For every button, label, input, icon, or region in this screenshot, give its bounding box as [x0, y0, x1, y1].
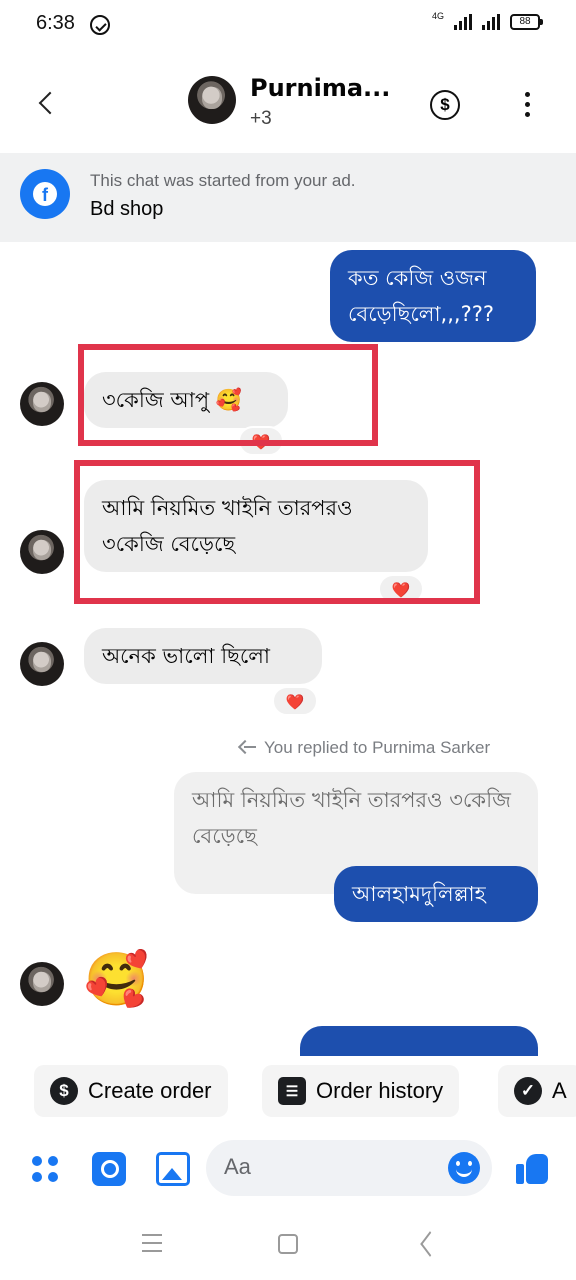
facebook-icon: f — [20, 169, 70, 219]
camera-icon[interactable] — [92, 1152, 126, 1186]
reply-context: You replied to Purnima Sarker — [240, 738, 490, 758]
message-bubble-outgoing[interactable]: আলহামদুলিল্লাহ — [334, 866, 538, 922]
order-history-label: Order history — [316, 1078, 444, 1103]
chat-header: Purnima... +3 $ — [0, 60, 576, 150]
participant-count: +3 — [250, 108, 272, 129]
more-action-button[interactable]: ✓ A — [498, 1065, 576, 1117]
message-composer: Aa — [0, 1134, 576, 1202]
more-options-icon[interactable] — [516, 90, 540, 120]
message-input[interactable]: Aa — [206, 1140, 492, 1196]
create-order-button[interactable]: $ Create order — [34, 1065, 228, 1117]
more-action-label: A — [552, 1078, 567, 1103]
apps-grid-icon[interactable] — [30, 1152, 64, 1186]
message-placeholder: Aa — [224, 1154, 251, 1179]
dollar-icon[interactable]: $ — [430, 90, 460, 120]
highlight-box — [78, 344, 378, 446]
sync-icon — [90, 15, 110, 35]
battery-icon: 88 — [510, 14, 543, 30]
gallery-icon[interactable] — [156, 1152, 190, 1186]
highlight-box — [74, 460, 480, 604]
signal-icon — [454, 14, 472, 30]
status-indicators: 4G 88 — [431, 11, 543, 30]
reply-arrow-icon — [240, 739, 258, 753]
dollar-icon: $ — [50, 1077, 78, 1105]
thumbs-up-icon[interactable] — [516, 1150, 550, 1186]
status-bar: 6:38 4G 88 — [0, 0, 576, 52]
message-bubble-incoming[interactable]: অনেক ভালো ছিলো — [84, 628, 322, 684]
emoji-icon[interactable] — [448, 1152, 480, 1184]
nav-back-icon[interactable] — [418, 1234, 438, 1254]
recent-apps-icon[interactable] — [142, 1234, 162, 1252]
ad-origin-text: This chat was started from your ad. — [90, 171, 356, 190]
signal-icon-2 — [482, 14, 500, 30]
message-bubble-outgoing-partial[interactable] — [300, 1026, 538, 1056]
back-arrow-icon[interactable] — [30, 86, 64, 120]
sender-avatar[interactable] — [20, 382, 64, 426]
emoji-message[interactable]: 🥰 — [84, 950, 149, 1010]
home-icon[interactable] — [278, 1234, 298, 1254]
receipt-icon: ☰ — [278, 1077, 306, 1105]
shop-name: Bd shop — [90, 198, 164, 220]
sender-avatar[interactable] — [20, 530, 64, 574]
message-bubble-outgoing[interactable]: কত কেজি ওজন বেড়েছিলো,,,??? — [330, 250, 536, 342]
ad-origin-banner: f This chat was started from your ad. Bd… — [0, 153, 576, 242]
contact-name[interactable]: Purnima... — [250, 74, 390, 102]
status-time: 6:38 — [36, 12, 75, 34]
create-order-label: Create order — [88, 1078, 212, 1103]
system-nav-bar — [0, 1210, 576, 1280]
sender-avatar[interactable] — [20, 962, 64, 1006]
network-type: 4G — [431, 11, 444, 21]
order-history-button[interactable]: ☰ Order history — [262, 1065, 460, 1117]
contact-avatar[interactable] — [188, 76, 236, 124]
sender-avatar[interactable] — [20, 642, 64, 686]
quick-actions-bar: $ Create order ☰ Order history ✓ A — [0, 1062, 576, 1120]
check-icon: ✓ — [514, 1077, 542, 1105]
reply-label: You replied to Purnima Sarker — [264, 738, 491, 757]
heart-reaction-icon[interactable]: ❤️ — [272, 686, 318, 716]
